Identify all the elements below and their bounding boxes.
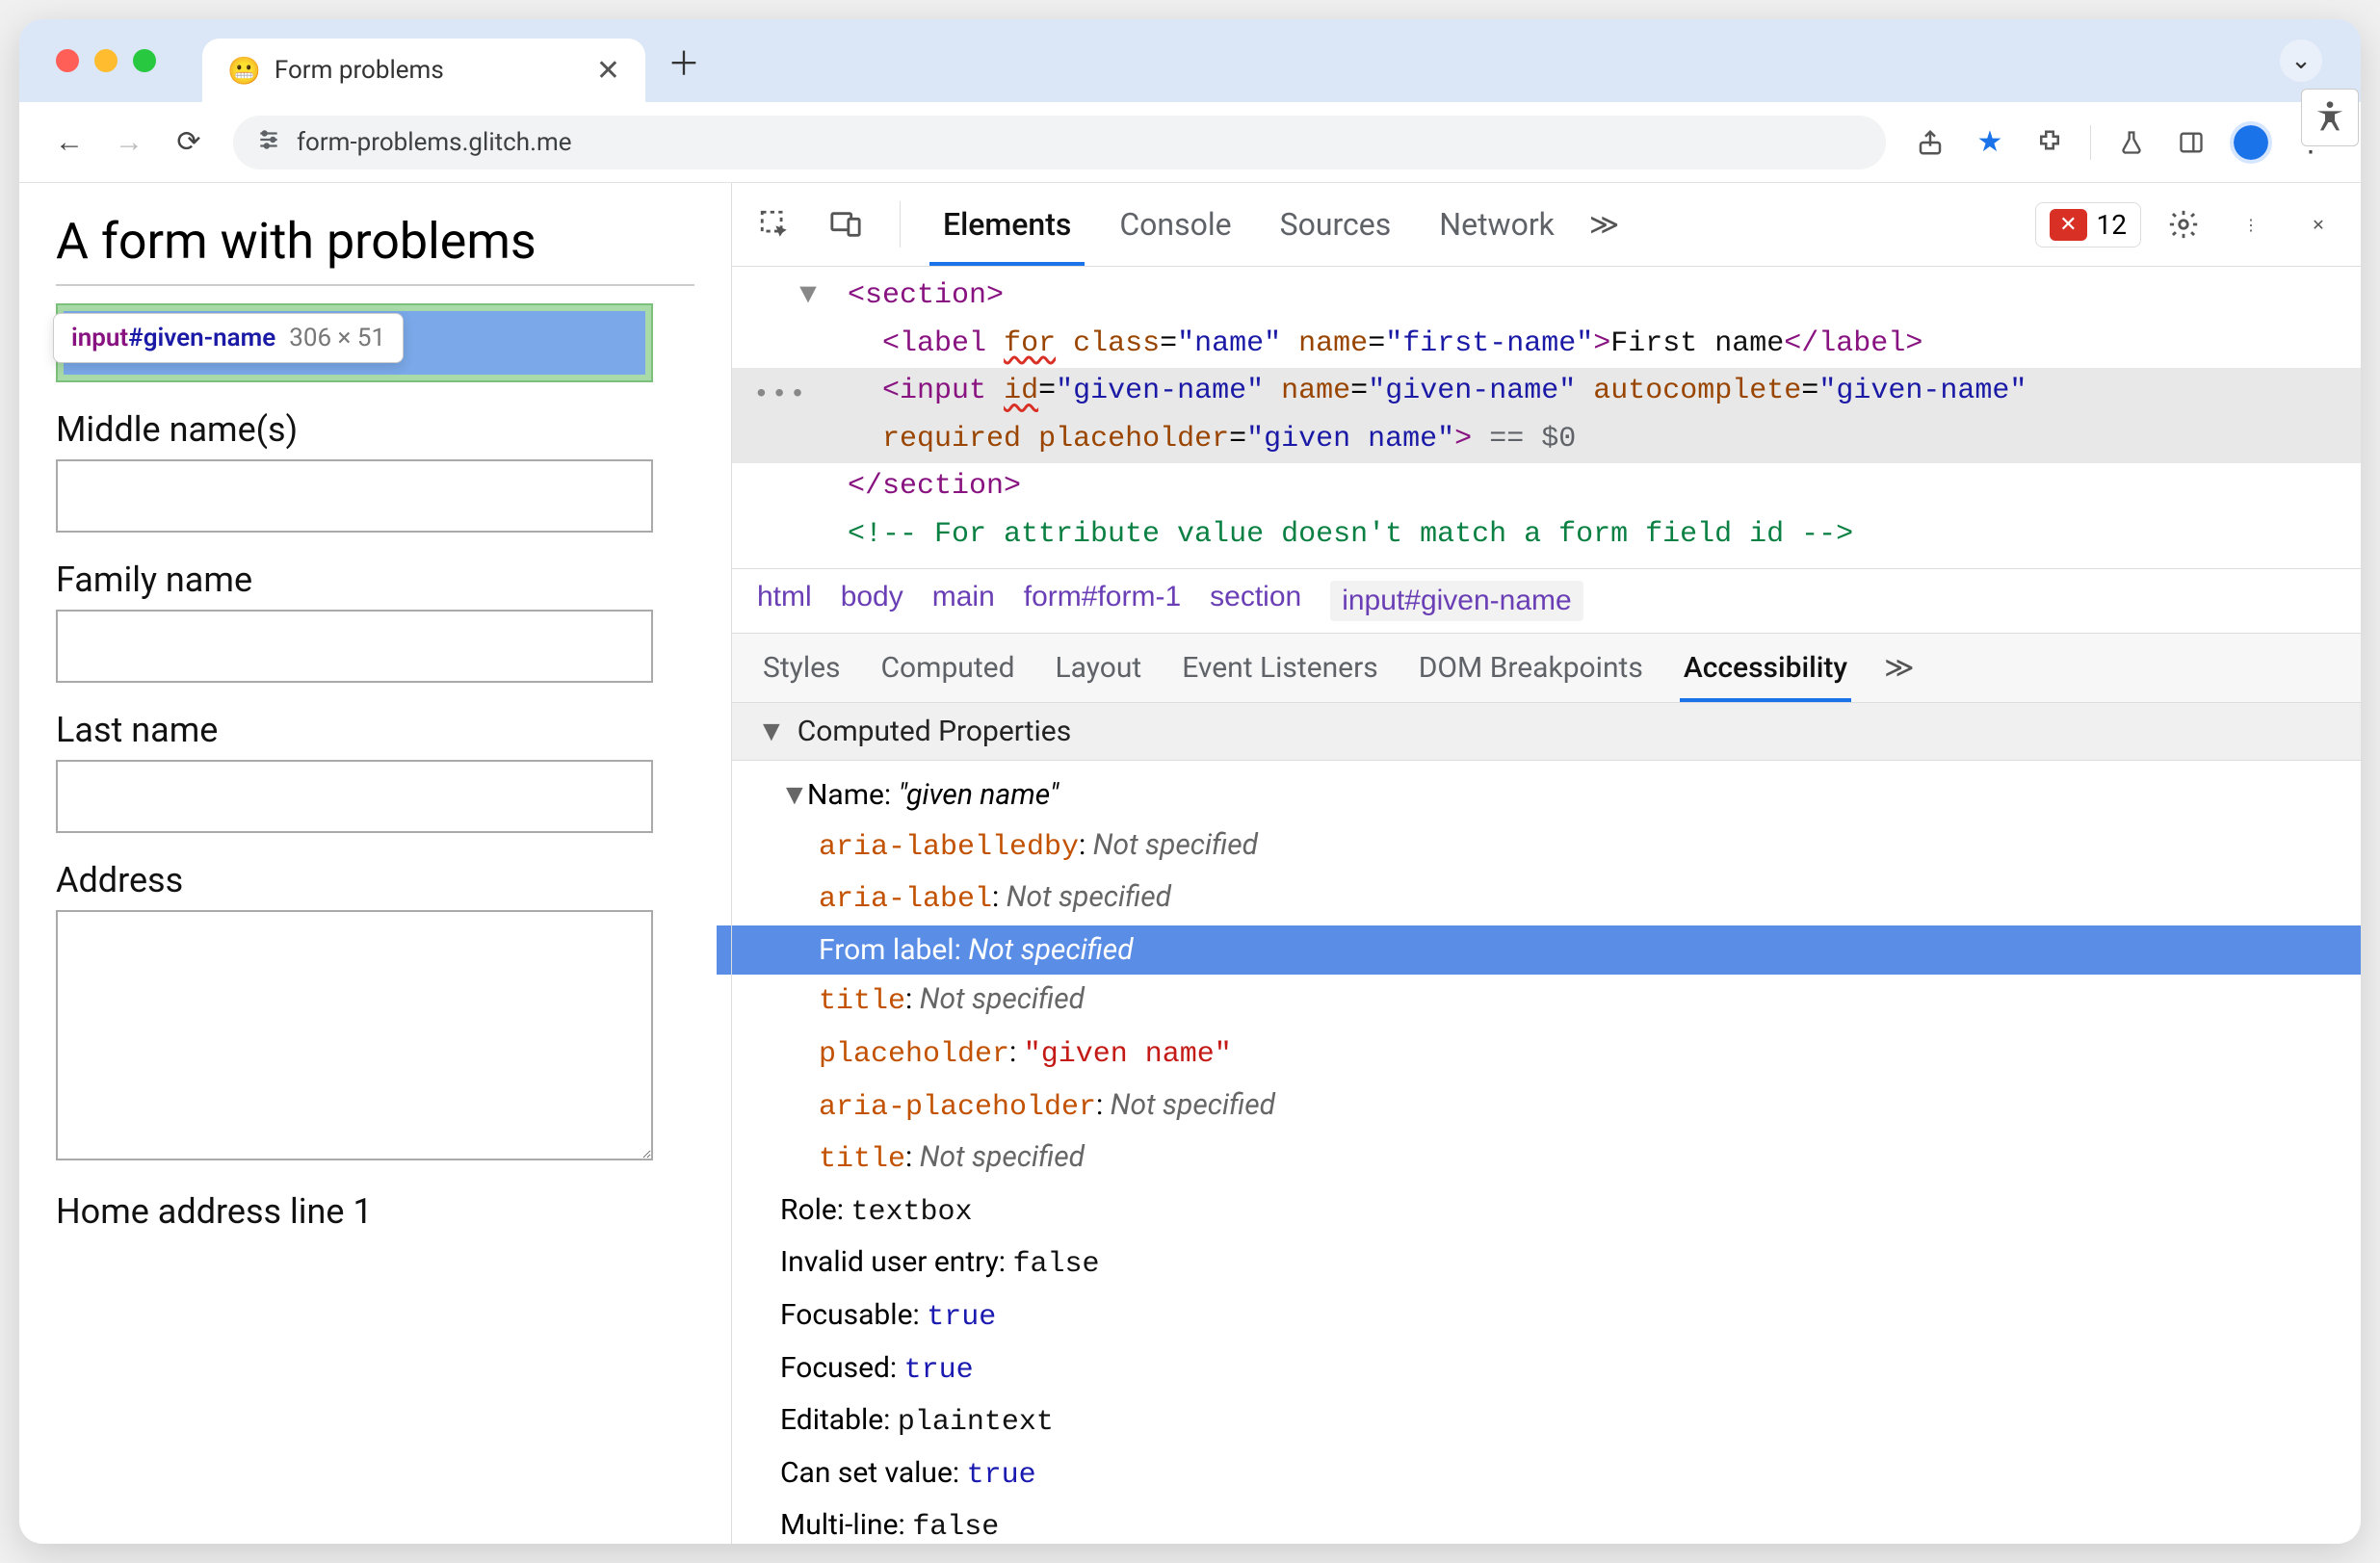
- name-source-row: title: Not specified: [780, 975, 2336, 1028]
- middle-name-label: Middle name(s): [56, 409, 694, 450]
- labs-icon[interactable]: [2106, 117, 2157, 168]
- subtab-event-listeners[interactable]: Event Listeners: [1178, 634, 1382, 702]
- devtools-close-icon[interactable]: ✕: [2293, 199, 2343, 249]
- family-name-input[interactable]: [56, 610, 653, 683]
- devtools-panel: Elements Console Sources Network ≫ ✕ 12 …: [732, 183, 2361, 1544]
- address-bar[interactable]: form-problems.glitch.me: [233, 116, 1886, 169]
- share-icon[interactable]: [1905, 117, 1955, 168]
- rendered-page: A form with problems input#given-name 30…: [19, 183, 732, 1544]
- subtab-dom-breakpoints[interactable]: DOM Breakpoints: [1415, 634, 1647, 702]
- browser-window: 😬 Form problems ✕ ＋ ⌄ ← → ⟳ form-problem…: [19, 19, 2361, 1544]
- devtools-menu-icon[interactable]: ⋮: [2226, 199, 2276, 249]
- name-source-row: title: Not specified: [780, 1133, 2336, 1185]
- subtab-accessibility[interactable]: Accessibility: [1680, 634, 1851, 702]
- subtab-computed[interactable]: Computed: [877, 634, 1019, 702]
- a11y-property-row: Focused: true: [780, 1343, 2336, 1396]
- inspect-element-icon[interactable]: [749, 199, 799, 249]
- titlebar: 😬 Form problems ✕ ＋ ⌄: [19, 19, 2361, 102]
- a11y-property-row: Focusable: true: [780, 1290, 2336, 1343]
- address-label: Address: [56, 860, 694, 900]
- tab-network[interactable]: Network: [1425, 183, 1568, 266]
- crumb-input[interactable]: input#given-name: [1330, 581, 1583, 621]
- extensions-icon[interactable]: [2025, 117, 2075, 168]
- error-icon: ✕: [2050, 209, 2086, 241]
- address-textarea[interactable]: [56, 910, 653, 1160]
- forward-button[interactable]: →: [104, 117, 154, 168]
- accessibility-tree-toggle-icon[interactable]: [2301, 89, 2359, 146]
- error-count: 12: [2097, 209, 2127, 241]
- name-source-row: aria-labelledby: Not specified: [780, 821, 2336, 873]
- devtools-subtabs: Styles Computed Layout Event Listeners D…: [732, 633, 2361, 703]
- last-name-input[interactable]: [56, 760, 653, 833]
- toolbar: ← → ⟳ form-problems.glitch.me ★: [19, 102, 2361, 183]
- section-title: Computed Properties: [798, 715, 1071, 748]
- middle-name-input[interactable]: [56, 459, 653, 533]
- devtools-tabbar: Elements Console Sources Network ≫ ✕ 12 …: [732, 183, 2361, 267]
- element-inspect-tooltip: input#given-name 306 × 51: [53, 313, 404, 363]
- close-tab-button[interactable]: ✕: [590, 54, 626, 88]
- crumb-section[interactable]: section: [1210, 581, 1301, 621]
- subtab-layout[interactable]: Layout: [1052, 634, 1146, 702]
- tooltip-dimensions: 306 × 51: [289, 324, 385, 352]
- dom-tree[interactable]: ▼<section> <label for class="name" name=…: [732, 267, 2361, 568]
- url-text: form-problems.glitch.me: [297, 128, 572, 157]
- tab-overflow-button[interactable]: ⌄: [2280, 39, 2322, 82]
- new-tab-button[interactable]: ＋: [663, 39, 705, 82]
- a11y-property-row: Multi-line: false: [780, 1500, 2336, 1544]
- close-window-button[interactable]: [56, 49, 79, 72]
- tab-sources[interactable]: Sources: [1267, 183, 1405, 266]
- subtab-styles[interactable]: Styles: [759, 634, 845, 702]
- home-address-1-label: Home address line 1: [56, 1191, 694, 1232]
- console-reference: == $0: [1472, 423, 1576, 456]
- name-source-row: aria-label: Not specified: [780, 873, 2336, 925]
- crumb-html[interactable]: html: [757, 581, 812, 621]
- toolbar-actions: ★ ⋮: [1905, 117, 2336, 168]
- back-button[interactable]: ←: [44, 117, 94, 168]
- name-source-row: aria-placeholder: Not specified: [780, 1081, 2336, 1133]
- site-settings-icon[interactable]: [256, 127, 281, 158]
- name-property: ▼Name: "given name": [780, 770, 2336, 821]
- name-source-row: From label: Not specified: [717, 925, 2361, 976]
- name-source-row: placeholder: "given name": [780, 1028, 2336, 1081]
- crumb-form[interactable]: form#form-1: [1024, 581, 1181, 621]
- a11y-property-row: Role: textbox: [780, 1185, 2336, 1238]
- window-controls: [56, 49, 156, 72]
- maximize-window-button[interactable]: [133, 49, 156, 72]
- tabs-overflow-icon[interactable]: ≫: [1589, 208, 1619, 242]
- accessibility-properties: ▼Name: "given name" aria-labelledby: Not…: [732, 761, 2361, 1544]
- bookmark-star-icon[interactable]: ★: [1965, 117, 2015, 168]
- subtabs-overflow-icon[interactable]: ≫: [1884, 651, 1914, 685]
- browser-tab[interactable]: 😬 Form problems ✕: [202, 39, 645, 102]
- crumb-body[interactable]: body: [841, 581, 903, 621]
- name-value: "given name": [899, 778, 1059, 812]
- page-title: A form with problems: [56, 212, 694, 286]
- selected-dom-node[interactable]: ••• <input id="given-name" name="given-n…: [732, 368, 2361, 416]
- error-count-badge[interactable]: ✕ 12: [2035, 202, 2141, 247]
- tab-console[interactable]: Console: [1106, 183, 1244, 266]
- tab-elements[interactable]: Elements: [929, 183, 1085, 266]
- family-name-label: Family name: [56, 560, 694, 600]
- a11y-property-row: Can set value: true: [780, 1448, 2336, 1501]
- dom-breadcrumb: html body main form#form-1 section input…: [732, 568, 2361, 633]
- tooltip-tag: input: [71, 324, 128, 352]
- settings-gear-icon[interactable]: [2158, 199, 2209, 249]
- minimize-window-button[interactable]: [94, 49, 118, 72]
- side-panel-icon[interactable]: [2166, 117, 2216, 168]
- a11y-property-row: Editable: plaintext: [780, 1395, 2336, 1448]
- reload-button[interactable]: ⟳: [164, 117, 214, 168]
- disclosure-triangle-icon: ▼: [757, 715, 786, 748]
- a11y-property-row: Invalid user entry: false: [780, 1237, 2336, 1290]
- crumb-main[interactable]: main: [932, 581, 995, 621]
- tooltip-id: #given-name: [128, 324, 275, 352]
- computed-properties-header[interactable]: ▼ Computed Properties: [732, 703, 2361, 761]
- last-name-label: Last name: [56, 710, 694, 750]
- tab-favicon: 😬: [227, 55, 261, 87]
- device-toolbar-icon[interactable]: [821, 199, 871, 249]
- profile-avatar[interactable]: [2226, 117, 2276, 168]
- content-area: A form with problems input#given-name 30…: [19, 183, 2361, 1544]
- tab-title: Form problems: [275, 56, 444, 85]
